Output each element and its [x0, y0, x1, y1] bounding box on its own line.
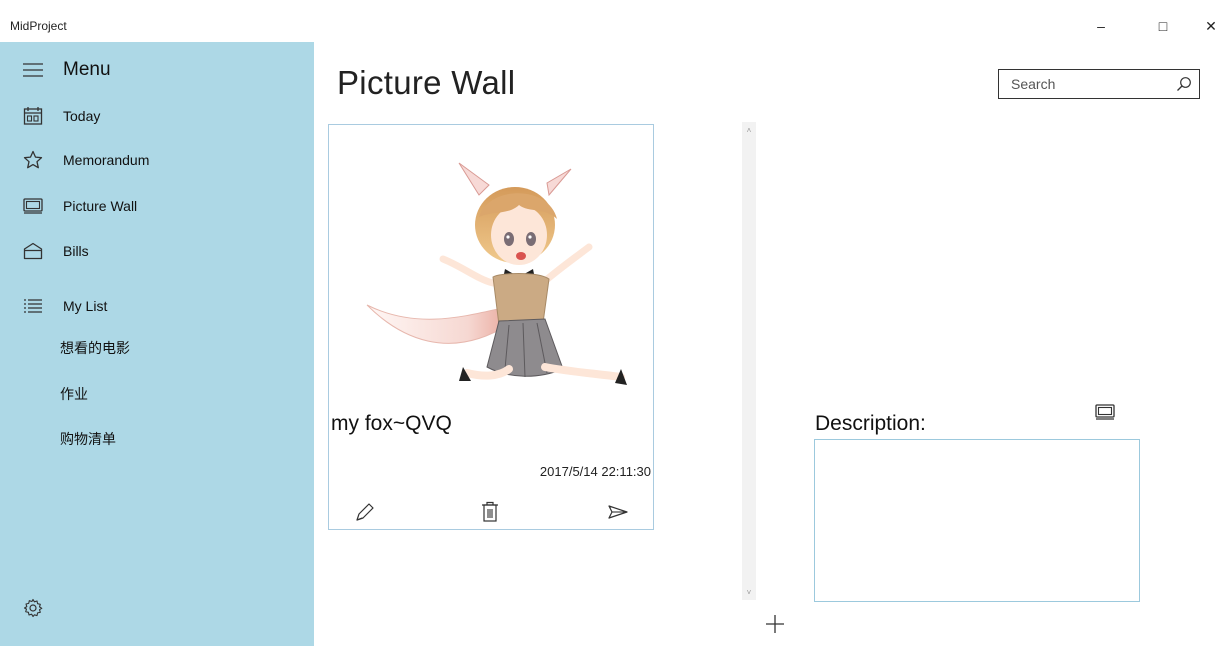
page-title: Picture Wall: [337, 64, 516, 101]
edit-icon[interactable]: [354, 501, 374, 528]
picture-icon: [22, 195, 44, 217]
close-button[interactable]: ✕: [1188, 10, 1216, 42]
hamburger-icon[interactable]: [22, 59, 44, 81]
description-label: Description:: [815, 412, 926, 435]
list-icon: [22, 295, 44, 317]
fox-girl-illustration: [366, 162, 627, 385]
add-picture-button[interactable]: [760, 611, 790, 641]
share-button[interactable]: [603, 500, 633, 528]
title-bar: MidProject – □ ✕: [0, 0, 1216, 42]
star-icon: [22, 149, 44, 171]
gear-icon[interactable]: [22, 597, 44, 619]
picture-date: 2017/5/14 22:11:30: [539, 464, 651, 479]
plus-icon[interactable]: [765, 614, 785, 639]
calendar-icon: [22, 105, 44, 127]
menu-toggle[interactable]: Menu: [0, 50, 314, 90]
list-item-label: 想看的电影: [60, 341, 130, 357]
list-item-label: 购物清单: [60, 432, 116, 448]
sidebar-item-today[interactable]: Today: [0, 96, 314, 136]
description-box[interactable]: [814, 439, 1140, 602]
picture-card[interactable]: my fox~QVQ 2017/5/14 22:11:30: [328, 124, 654, 530]
sidebar-item-my-list[interactable]: My List: [0, 286, 314, 326]
sidebar-item-label: My List: [63, 298, 108, 314]
picture-thumbnail[interactable]: [359, 155, 629, 400]
delete-button[interactable]: [475, 500, 505, 528]
scroll-down-icon[interactable]: ˅: [742, 586, 756, 598]
settings-button[interactable]: [0, 588, 314, 628]
sidebar-list-item[interactable]: 购物清单: [0, 419, 314, 459]
vertical-scrollbar[interactable]: ˄ ˅: [742, 122, 756, 600]
delete-icon[interactable]: [481, 501, 499, 528]
share-icon[interactable]: [607, 504, 629, 525]
edit-button[interactable]: [349, 500, 379, 528]
sidebar-list-item[interactable]: 想看的电影: [0, 328, 314, 368]
sidebar-item-picture-wall[interactable]: Picture Wall: [0, 186, 314, 226]
sidebar-item-label: Bills: [63, 243, 89, 259]
sidebar: Menu Today Memorandum Picture Wall Bills…: [0, 42, 314, 646]
picture-title: my fox~QVQ: [331, 412, 452, 435]
app-title: MidProject: [10, 19, 67, 33]
sidebar-item-memorandum[interactable]: Memorandum: [0, 140, 314, 180]
search-box[interactable]: [998, 69, 1200, 99]
sidebar-item-bills[interactable]: Bills: [0, 231, 314, 271]
description-textarea[interactable]: [815, 440, 1139, 601]
sidebar-list-item[interactable]: 作业: [0, 374, 314, 414]
search-icon[interactable]: [1176, 76, 1192, 92]
search-input[interactable]: [999, 70, 1169, 97]
maximize-button[interactable]: □: [1140, 10, 1186, 42]
menu-label: Menu: [63, 59, 111, 80]
list-item-label: 作业: [60, 387, 88, 403]
sidebar-item-label: Today: [63, 108, 101, 124]
sidebar-item-label: Memorandum: [63, 152, 150, 168]
scroll-up-icon[interactable]: ˄: [742, 124, 756, 136]
envelope-icon: [22, 240, 44, 262]
minimize-button[interactable]: –: [1078, 10, 1124, 42]
sidebar-item-label: Picture Wall: [63, 198, 138, 214]
picture-icon[interactable]: [1094, 403, 1116, 421]
